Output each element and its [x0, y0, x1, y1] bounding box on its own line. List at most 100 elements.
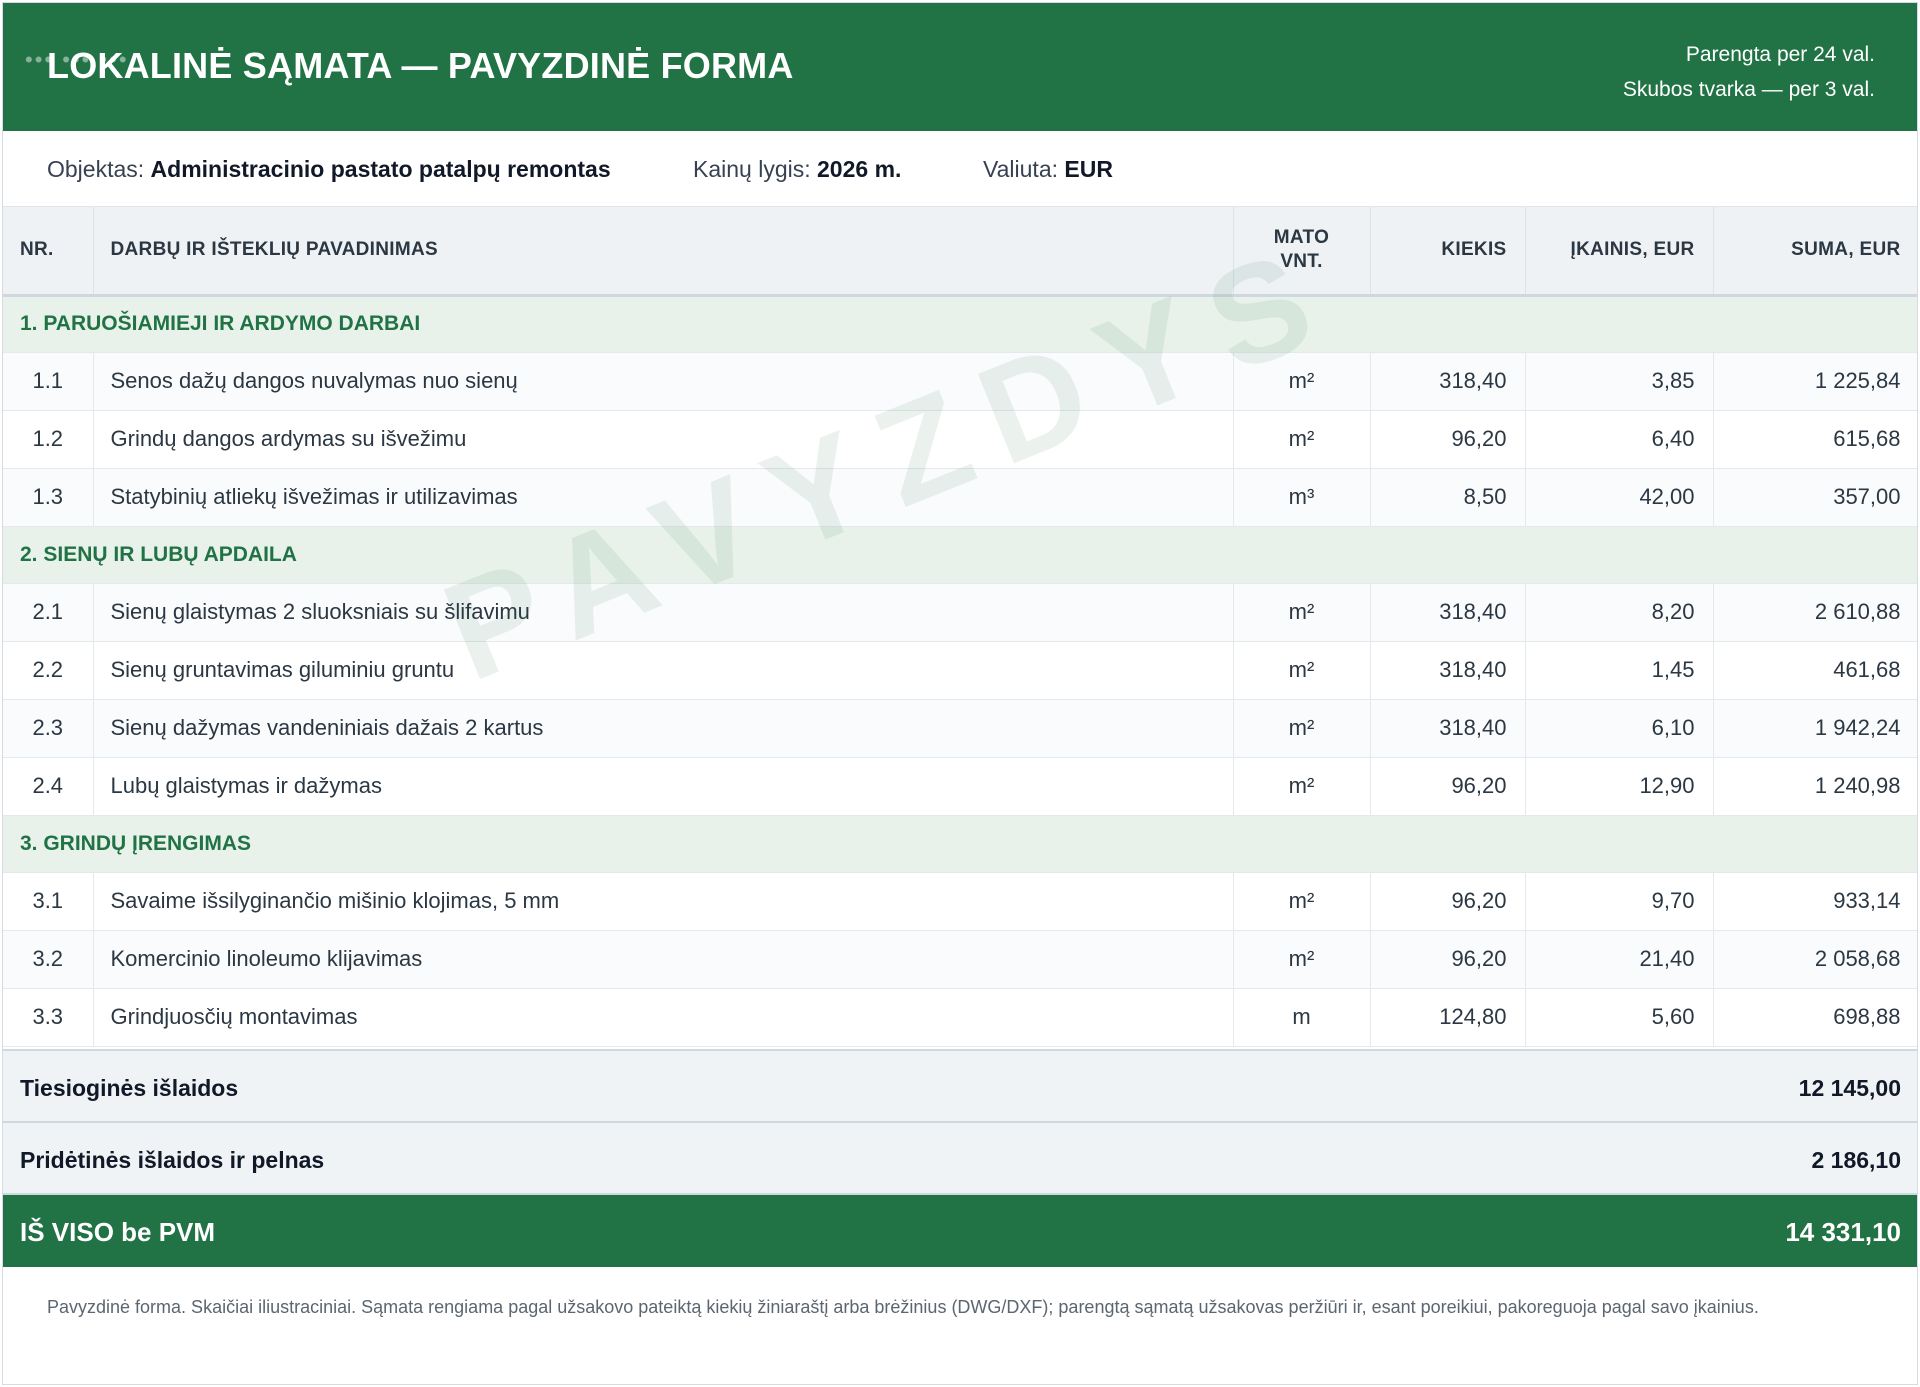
cell-unit: m² — [1233, 757, 1371, 816]
col-header-name: DARBŲ IR IŠTEKLIŲ PAVADINIMAS — [93, 207, 1234, 297]
totals-block: Tiesioginės išlaidos 12 145,00 Pridėtinė… — [3, 1049, 1917, 1267]
cell-unit: m² — [1233, 930, 1371, 989]
col-header-unit-line1: MATO — [1273, 227, 1330, 249]
table-row: 2.1 Sienų glaistymas 2 sluoksniais su šli… — [3, 583, 1917, 642]
table-row: 1.2 Grindų dangos ardymas su išvežimu m² 96… — [3, 410, 1917, 469]
cell-qty: 318,40 — [1370, 641, 1526, 700]
cell-name: Grindjuosčių montavimas — [93, 988, 1234, 1047]
cell-name: Sienų glaistymas 2 sluoksniais su šlifav… — [93, 583, 1234, 642]
info-price-level: Kainų lygis: 2026 m. — [693, 156, 901, 183]
info-price-label: Kainų lygis: — [693, 156, 811, 182]
info-currency-label: Valiuta: — [983, 156, 1059, 182]
total-overhead-row: Pridėtinės išlaidos ir pelnas 2 186,10 — [3, 1121, 1917, 1193]
estimate-sheet: ••• ••• ••• LOKALINĖ SĄMATA — PAVYZDINĖ … — [2, 2, 1918, 1385]
table-row: 1.1 Senos dažų dangos nuvalymas nuo sienų… — [3, 352, 1917, 411]
grand-total-row: IŠ VISO be PVM 14 331,10 — [3, 1193, 1917, 1267]
section-title: 1. PARUOŠIAMIEJI IR ARDYMO DARBAI — [3, 295, 1917, 353]
section-title: 2. SIENŲ IR LUBŲ APDAILA — [3, 526, 1917, 584]
cell-unit: m² — [1233, 583, 1371, 642]
cell-sum: 1 942,24 — [1713, 699, 1917, 758]
cell-nr: 3.1 — [3, 872, 94, 931]
cell-nr: 2.2 — [3, 641, 94, 700]
cell-qty: 124,80 — [1370, 988, 1526, 1047]
table-row: 2.2 Sienų gruntavimas giluminiu gruntu m² 3… — [3, 641, 1917, 700]
info-currency-value: EUR — [1064, 156, 1113, 182]
meta-urgent: Skubos tvarka — per 3 val. — [1622, 78, 1875, 101]
col-header-sum: SUMA, EUR — [1713, 207, 1917, 297]
table-row: 2.3 Sienų dažymas vandeniniais dažais 2 k… — [3, 699, 1917, 758]
cell-sum: 357,00 — [1713, 468, 1917, 527]
cell-nr: 1.2 — [3, 410, 94, 469]
cell-sum: 615,68 — [1713, 410, 1917, 469]
cell-sum: 1 225,84 — [1713, 352, 1917, 411]
cell-name: Lubų glaistymas ir dažymas — [93, 757, 1234, 816]
section-row: 1. PARUOŠIAMIEJI IR ARDYMO DARBAI — [3, 295, 1917, 353]
cell-sum: 2 058,68 — [1713, 930, 1917, 989]
cell-price: 1,45 — [1525, 641, 1714, 700]
total-direct-label: Tiesioginės išlaidos — [20, 1075, 239, 1101]
cell-qty: 96,20 — [1370, 757, 1526, 816]
header-meta: Parengta per 24 val. Skubos tvarka — per… — [1623, 37, 1875, 107]
estimate-table: NR. DARBŲ IR IŠTEKLIŲ PAVADINIMAS MATO V… — [3, 207, 1917, 1047]
info-object: Objektas: Administracinio pastato patalp… — [47, 156, 611, 183]
cell-name: Senos dažų dangos nuvalymas nuo sienų — [93, 352, 1234, 411]
col-header-qty: KIEKIS — [1370, 207, 1526, 297]
cell-unit: m — [1233, 988, 1371, 1047]
cell-price: 9,70 — [1525, 872, 1714, 931]
table-row: 3.2 Komercinio linoleumo klijavimas m² 96,2… — [3, 930, 1917, 989]
info-object-value: Administracinio pastato patalpų remontas — [150, 156, 611, 182]
table-row: 1.3 Statybinių atliekų išvežimas ir utili… — [3, 468, 1917, 527]
cell-unit: m² — [1233, 352, 1371, 411]
total-direct-row: Tiesioginės išlaidos 12 145,00 — [3, 1049, 1917, 1121]
cell-name: Grindų dangos ardymas su išvežimu — [93, 410, 1234, 469]
page-header: ••• ••• ••• LOKALINĖ SĄMATA — PAVYZDINĖ … — [3, 3, 1917, 131]
cell-name: Komercinio linoleumo klijavimas — [93, 930, 1234, 989]
cell-sum: 698,88 — [1713, 988, 1917, 1047]
cell-sum: 2 610,88 — [1713, 583, 1917, 642]
cell-nr: 1.3 — [3, 468, 94, 527]
grand-total-value: 14 331,10 — [1785, 1217, 1901, 1247]
cell-unit: m² — [1233, 872, 1371, 931]
total-overhead-label: Pridėtinės išlaidos ir pelnas — [20, 1147, 325, 1173]
total-overhead-value: 2 186,10 — [1811, 1147, 1901, 1173]
section-row: 3. GRINDŲ ĮRENGIMAS — [3, 815, 1917, 873]
cell-qty: 318,40 — [1370, 699, 1526, 758]
cell-nr: 2.4 — [3, 757, 94, 816]
cell-nr: 3.3 — [3, 988, 94, 1047]
col-header-nr: NR. — [3, 207, 94, 297]
table-row: 2.4 Lubų glaistymas ir dažymas m² 96,20 12,9… — [3, 757, 1917, 816]
cell-price: 6,10 — [1525, 699, 1714, 758]
table-body: 1. PARUOŠIAMIEJI IR ARDYMO DARBAI 1.1 Seno… — [3, 295, 1917, 1047]
cell-sum: 933,14 — [1713, 872, 1917, 931]
cell-qty: 8,50 — [1370, 468, 1526, 527]
cell-price: 6,40 — [1525, 410, 1714, 469]
col-header-price: ĮKAINIS, EUR — [1525, 207, 1714, 297]
footnote: Pavyzdinė forma. Skaičiai iliustraciniai… — [47, 1297, 1759, 1317]
cell-sum: 1 240,98 — [1713, 757, 1917, 816]
cell-price: 8,20 — [1525, 583, 1714, 642]
cell-unit: m² — [1233, 641, 1371, 700]
cell-nr: 2.1 — [3, 583, 94, 642]
meta-turnaround: Parengta per 24 val. — [1685, 43, 1875, 66]
table-row: 3.3 Grindjuosčių montavimas m 124,80 5,60 698… — [3, 988, 1917, 1047]
info-price-value: 2026 m. — [817, 156, 902, 182]
cell-qty: 318,40 — [1370, 352, 1526, 411]
section-title: 3. GRINDŲ ĮRENGIMAS — [3, 815, 1917, 873]
cell-nr: 3.2 — [3, 930, 94, 989]
cell-unit: m² — [1233, 699, 1371, 758]
col-header-unit: MATO VNT. — [1233, 207, 1371, 297]
table-header: NR. DARBŲ IR IŠTEKLIŲ PAVADINIMAS MATO V… — [3, 207, 1917, 297]
info-currency: Valiuta: EUR — [983, 156, 1113, 183]
cell-name: Statybinių atliekų išvežimas ir utilizav… — [93, 468, 1234, 527]
cell-qty: 96,20 — [1370, 872, 1526, 931]
cell-nr: 1.1 — [3, 352, 94, 411]
col-header-unit-line2: VNT. — [1280, 251, 1323, 273]
total-direct-value: 12 145,00 — [1798, 1075, 1901, 1101]
cell-price: 42,00 — [1525, 468, 1714, 527]
cell-price: 3,85 — [1525, 352, 1714, 411]
cell-name: Sienų dažymas vandeniniais dažais 2 kart… — [93, 699, 1234, 758]
cell-price: 21,40 — [1525, 930, 1714, 989]
info-object-label: Objektas: — [47, 156, 145, 182]
grand-total-label: IŠ VISO be PVM — [20, 1217, 216, 1247]
cell-name: Savaime išsilyginančio mišinio klojimas,… — [93, 872, 1234, 931]
